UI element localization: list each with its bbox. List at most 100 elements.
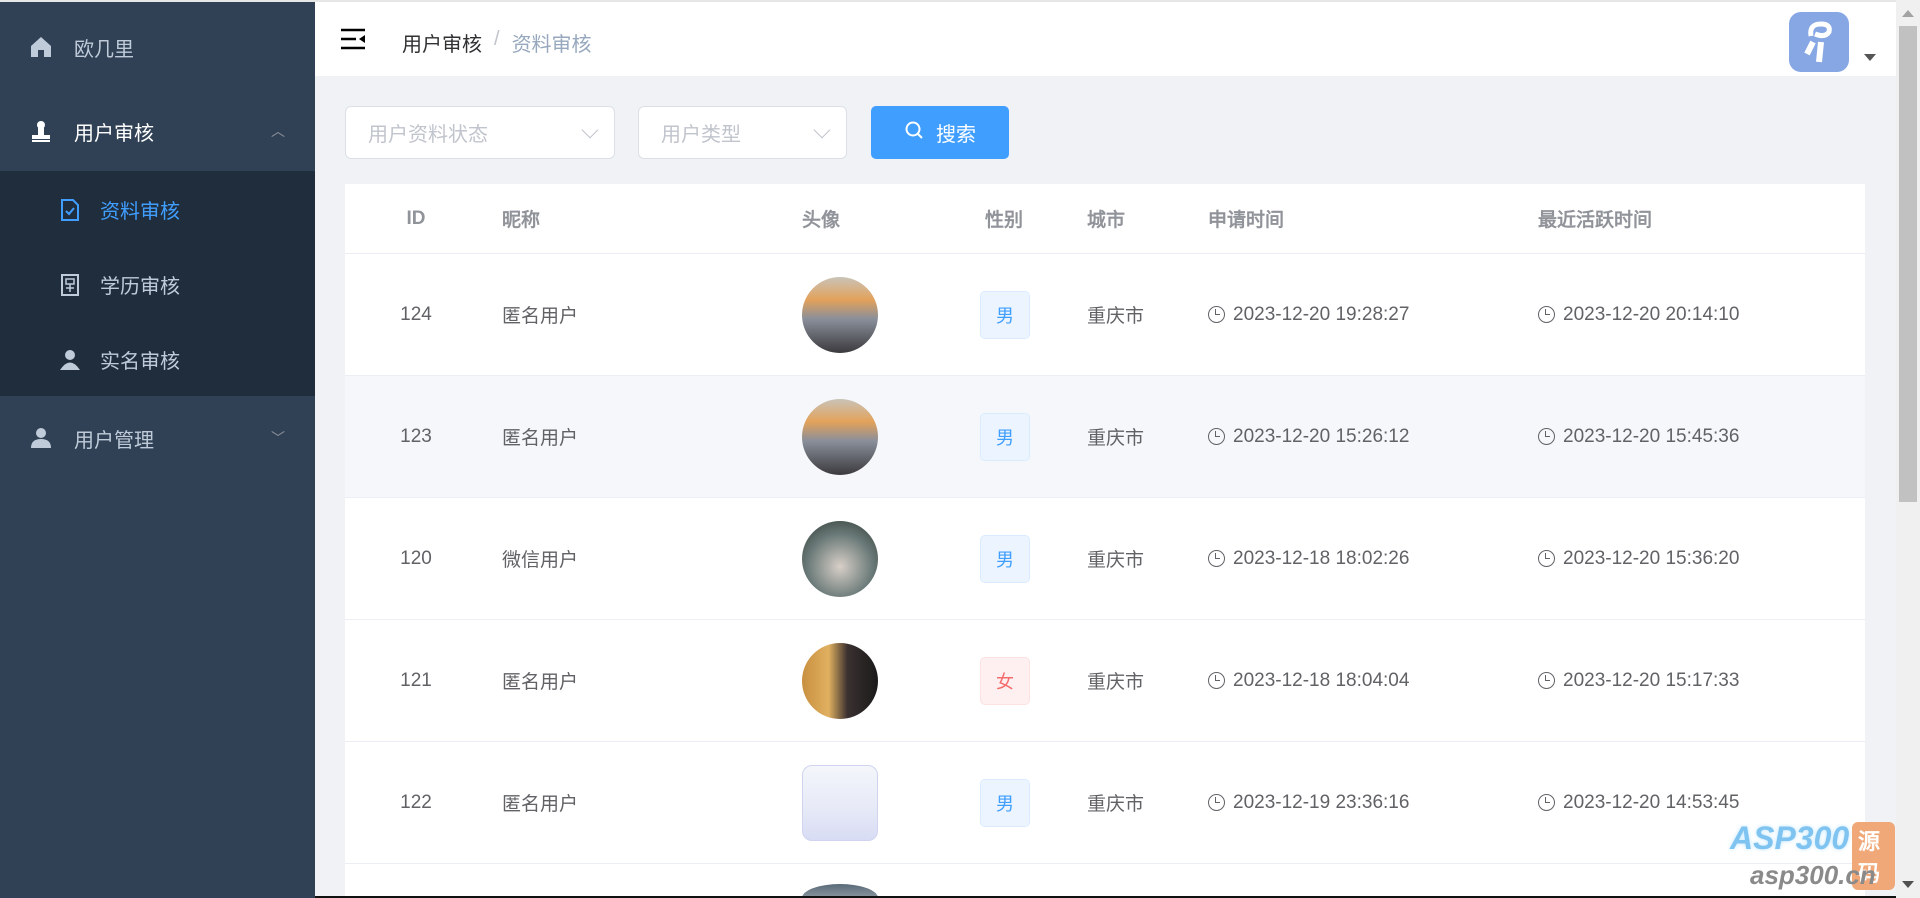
stamp-icon (28, 118, 54, 144)
user-type-select[interactable]: 用户类型 (638, 106, 847, 159)
user-avatar[interactable] (1789, 12, 1849, 72)
cell-id: 122 (400, 791, 432, 813)
profile-review-table: ID 昵称 头像 性别 城市 申请时间 最近活跃时间 124 匿名用户男重庆市 20… (345, 184, 1865, 898)
table-row[interactable]: 120 微信用户 男 重庆市 2023-12-18 18:02:26 2023-12-20… (345, 498, 1865, 620)
breadcrumb-separator: / (494, 28, 500, 50)
gender-tag: 男 (980, 412, 1030, 461)
avatar-image[interactable] (802, 764, 878, 841)
clock-icon (1208, 672, 1225, 689)
clock-icon (1208, 306, 1225, 323)
avatar-image[interactable] (802, 642, 878, 719)
cell-nickname: 匿名用户 (502, 428, 579, 449)
menu-item-home[interactable]: 欧几里 (0, 12, 315, 82)
watermark-brand: ASP300 (1730, 820, 1850, 856)
cell-city: 重庆市 (1087, 794, 1145, 815)
cell-apply-time: 2023-12-20 19:28:27 (1233, 303, 1410, 325)
cell-nickname: 匿名用户 (502, 672, 579, 693)
column-header-gender: 性别 (985, 210, 1024, 231)
table-row[interactable]: 122 匿名用户 男 重庆市 2023-12-19 23:36:16 2023-12-20… (345, 742, 1865, 864)
gender-tag: 男 (980, 290, 1030, 339)
search-label: 搜索 (936, 124, 976, 146)
cell-apply-time: 2023-12-18 18:02:26 (1233, 547, 1410, 569)
menu-item-user-review[interactable]: 用户审核 ︿ (0, 96, 315, 166)
cell-active-time: 2023-12-20 15:36:20 (1563, 547, 1740, 569)
avatar-image[interactable] (802, 520, 878, 597)
watermark: ASP300 源码 asp300.cn (1730, 820, 1895, 894)
menu-label: 用户管理 (74, 429, 154, 452)
column-header-nickname: 昵称 (502, 210, 541, 231)
top-navbar: 用户审核 / 资料审核 (315, 0, 1896, 76)
table-row[interactable]: 124 匿名用户 男 重庆市 2023-12-20 19:28:27 2023-12-20… (345, 254, 1865, 376)
cell-apply-time: 2023-12-19 23:36:16 (1233, 791, 1410, 813)
cell-nickname: 匿名用户 (502, 306, 579, 327)
chevron-down-icon (813, 121, 831, 139)
cell-apply-time: 2023-12-18 18:04:04 (1233, 669, 1410, 691)
clock-icon (1538, 794, 1555, 811)
menu-label: 用户审核 (74, 122, 154, 145)
cell-active-time: 2023-12-20 20:14:10 (1563, 303, 1740, 325)
column-header-city: 城市 (1087, 210, 1126, 231)
table-header: ID 昵称 头像 性别 城市 申请时间 最近活跃时间 (345, 184, 1865, 254)
user-icon (28, 425, 54, 451)
table-row[interactable] (345, 864, 1865, 898)
cell-id: 123 (400, 425, 432, 447)
select-placeholder: 用户类型 (661, 124, 741, 146)
cell-id: 121 (400, 669, 432, 691)
cell-nickname: 微信用户 (502, 550, 579, 571)
watermark-url: asp300.cn (1750, 860, 1876, 890)
cell-nickname: 匿名用户 (502, 794, 579, 815)
document-check-icon (58, 198, 82, 222)
chevron-up-icon: ︿ (271, 123, 285, 139)
cell-id: 124 (400, 303, 432, 325)
column-header-id: ID (406, 207, 426, 229)
search-button[interactable]: 搜索 (871, 106, 1009, 159)
cell-apply-time: 2023-12-20 15:26:12 (1233, 425, 1410, 447)
avatar-image[interactable] (802, 276, 878, 353)
scrollbar-thumb[interactable] (1899, 26, 1917, 502)
clock-icon (1538, 550, 1555, 567)
cell-active-time: 2023-12-20 15:17:33 (1563, 669, 1740, 691)
submenu-user-review: 资料审核 学历审核 实名审核 (0, 171, 315, 396)
table-row[interactable]: 121 匿名用户 女 重庆市 2023-12-18 18:04:04 2023-12-20… (345, 620, 1865, 742)
sub-item-label: 资料审核 (100, 201, 180, 223)
cell-city: 重庆市 (1087, 550, 1145, 571)
scroll-down-icon[interactable] (1902, 881, 1914, 888)
scroll-up-icon[interactable] (1902, 10, 1914, 17)
column-header-apply-time: 申请时间 (1208, 210, 1285, 231)
breadcrumb: 用户审核 / 资料审核 (402, 28, 592, 57)
gender-tag: 男 (980, 778, 1030, 827)
cell-active-time: 2023-12-20 15:45:36 (1563, 425, 1740, 447)
menu-item-user-manage[interactable]: 用户管理 ﹀ (0, 403, 315, 473)
clock-icon (1208, 550, 1225, 567)
table-row[interactable]: 123 匿名用户 男 重庆市 2023-12-20 15:26:12 2023-12-20… (345, 376, 1865, 498)
sub-item-profile-review[interactable]: 资料审核 (0, 172, 315, 247)
column-header-active-time: 最近活跃时间 (1538, 210, 1653, 231)
gender-tag: 男 (980, 534, 1030, 583)
clock-icon (1538, 306, 1555, 323)
sub-item-label: 实名审核 (100, 351, 180, 373)
cell-city: 重庆市 (1087, 428, 1145, 449)
sub-item-education-review[interactable]: 学历审核 (0, 247, 315, 322)
profile-status-select[interactable]: 用户资料状态 (345, 106, 615, 159)
home-icon (28, 34, 54, 60)
breadcrumb-current: 资料审核 (511, 34, 592, 56)
hamburger-icon[interactable] (340, 28, 366, 50)
menu-label: 欧几里 (74, 38, 134, 61)
search-icon (904, 120, 924, 146)
avatar-image[interactable] (802, 398, 878, 475)
cell-city: 重庆市 (1087, 306, 1145, 327)
vertical-scrollbar[interactable] (1896, 0, 1920, 898)
clock-icon (1208, 794, 1225, 811)
user-icon (58, 348, 82, 372)
select-placeholder: 用户资料状态 (368, 124, 488, 146)
caret-down-icon[interactable] (1864, 54, 1876, 61)
cell-city: 重庆市 (1087, 672, 1145, 693)
clock-icon (1538, 672, 1555, 689)
cell-id: 120 (400, 547, 432, 569)
building-icon (58, 273, 82, 297)
gender-tag: 女 (980, 656, 1030, 705)
breadcrumb-item[interactable]: 用户审核 (402, 28, 482, 57)
column-header-avatar: 头像 (802, 210, 841, 231)
sub-item-realname-review[interactable]: 实名审核 (0, 322, 315, 397)
clock-icon (1538, 428, 1555, 445)
